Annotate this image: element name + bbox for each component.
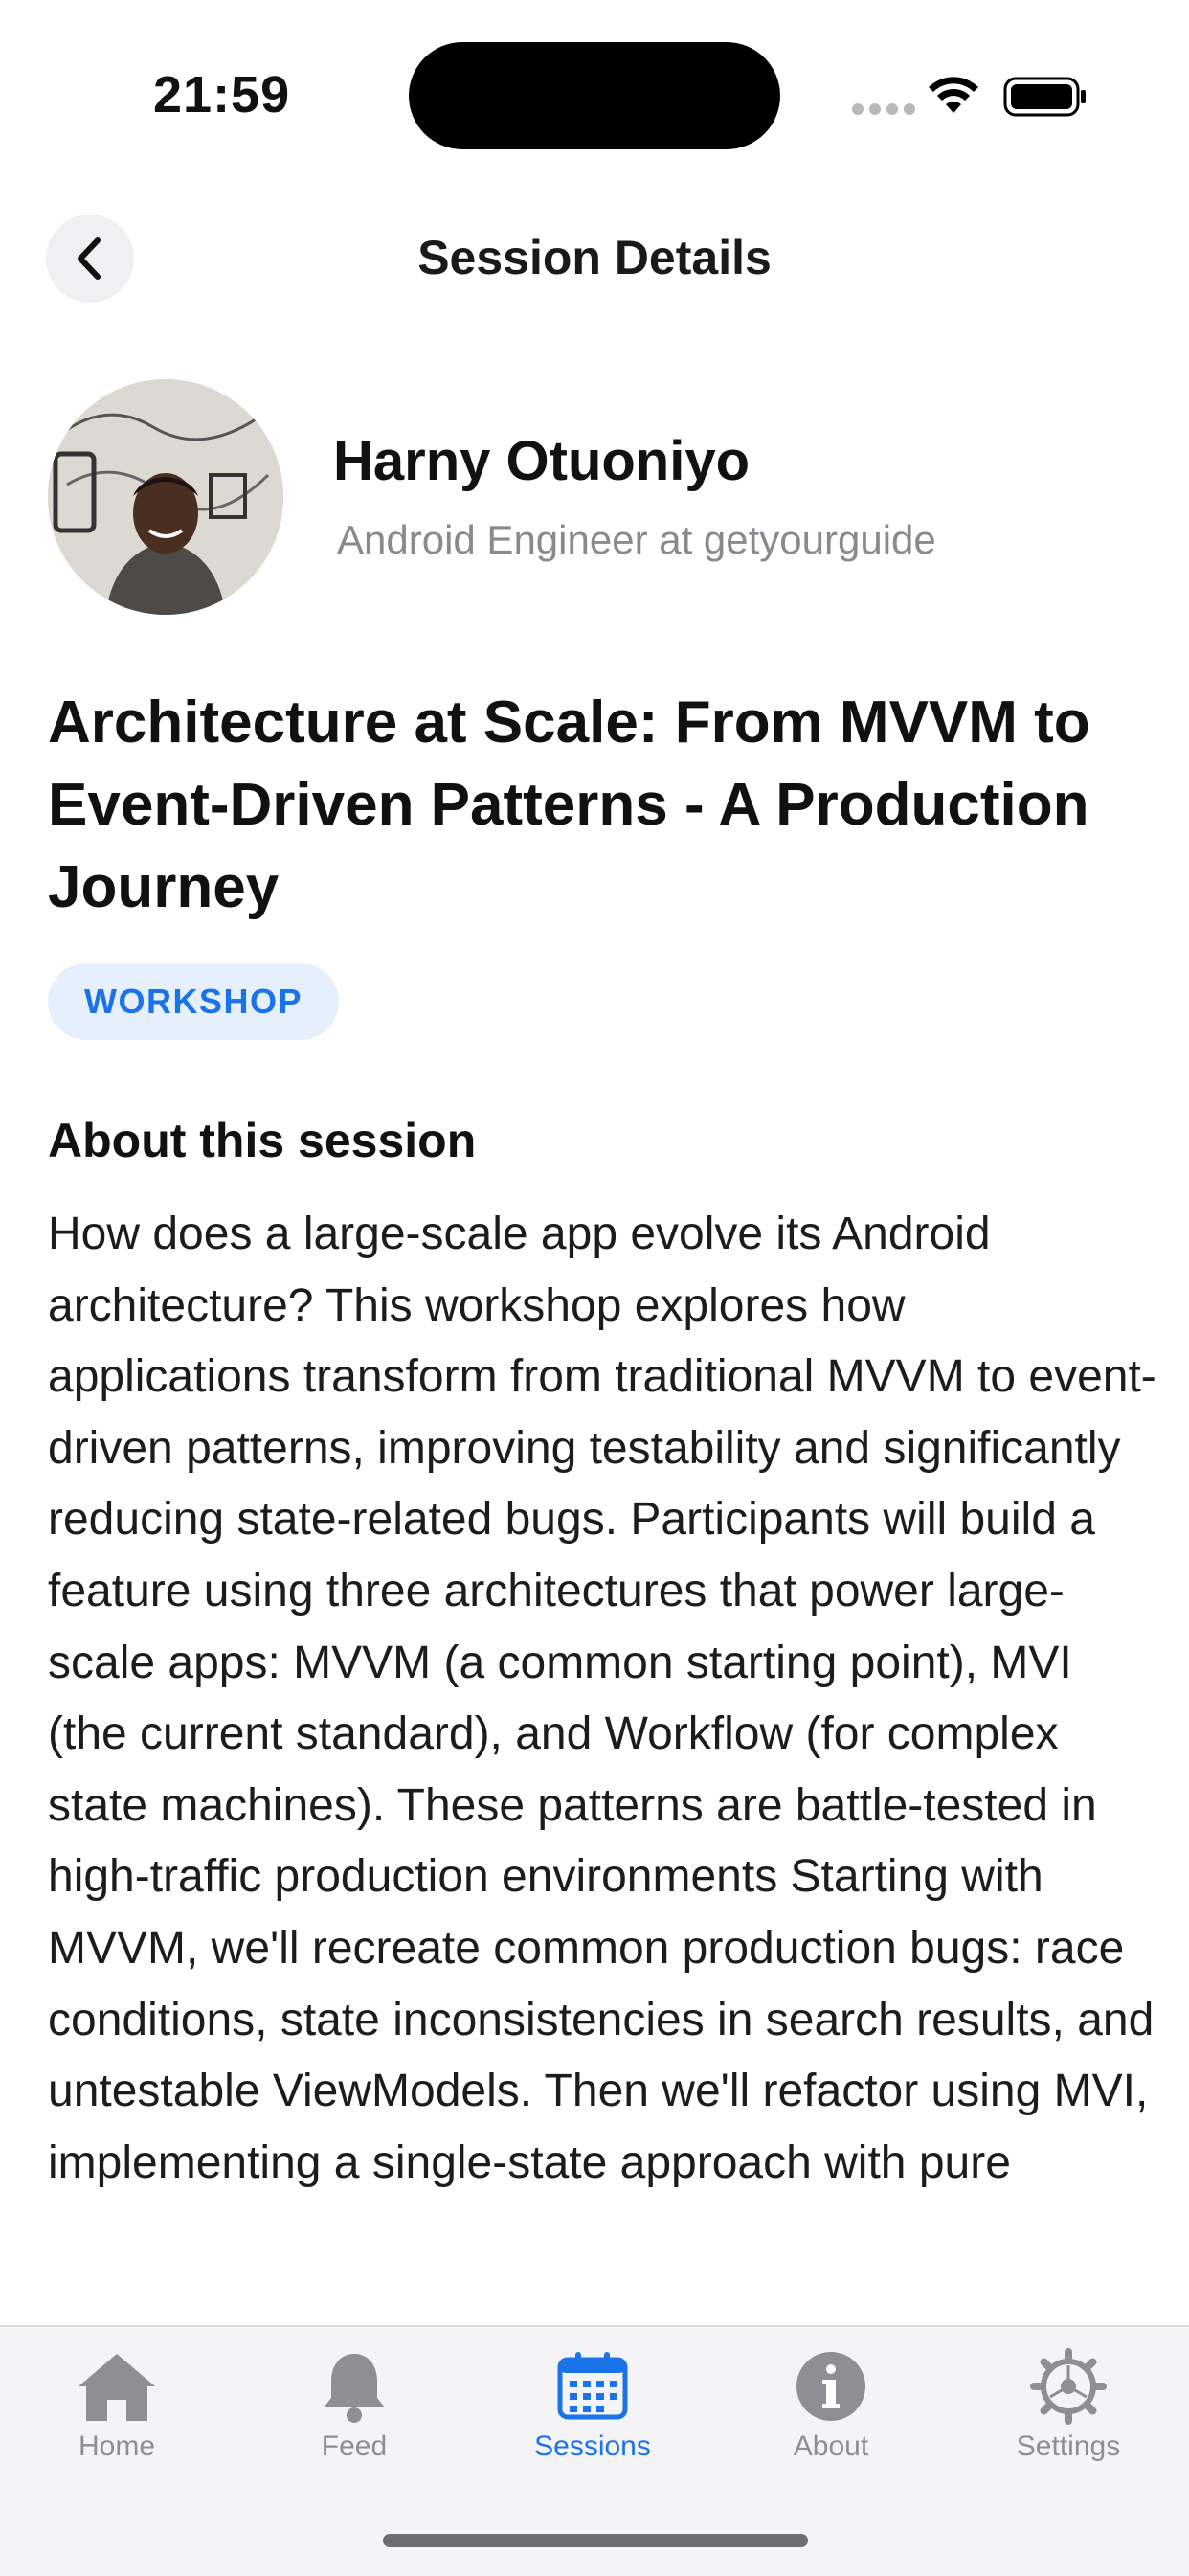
gear-icon bbox=[1030, 2348, 1107, 2425]
tab-feed[interactable]: Feed bbox=[258, 2348, 450, 2463]
tab-about[interactable]: About bbox=[735, 2348, 927, 2463]
info-icon bbox=[796, 2352, 865, 2421]
home-icon bbox=[79, 2354, 155, 2421]
battery-icon bbox=[1003, 77, 1086, 117]
session-description: How does a large-scale app evolve its An… bbox=[48, 1209, 1156, 2188]
wifi-icon bbox=[929, 77, 978, 113]
tab-label-home: Home bbox=[78, 2430, 156, 2462]
about-heading: About this session bbox=[48, 1114, 477, 1167]
speaker-role: Android Engineer at getyourguide bbox=[337, 517, 936, 562]
tab-settings[interactable]: Settings bbox=[973, 2348, 1164, 2463]
status-time: 21:59 bbox=[153, 66, 291, 124]
home-indicator bbox=[383, 2534, 808, 2547]
tab-sessions[interactable]: Sessions bbox=[497, 2348, 688, 2463]
tab-label-settings: Settings bbox=[1016, 2430, 1121, 2462]
tab-home[interactable]: Home bbox=[21, 2348, 213, 2463]
dynamic-island bbox=[409, 42, 780, 149]
session-type-badge: WORKSHOP bbox=[48, 963, 339, 1040]
speaker-name: Harny Otuoniyo bbox=[333, 430, 751, 492]
calendar-icon bbox=[557, 2352, 628, 2420]
page-title: Session Details bbox=[417, 231, 772, 284]
bell-icon bbox=[324, 2354, 385, 2423]
tab-label-feed: Feed bbox=[321, 2430, 388, 2462]
status-bar: 21:59 bbox=[0, 0, 1189, 192]
tab-label-about: About bbox=[793, 2430, 869, 2462]
cellular-signal-icon bbox=[852, 103, 915, 115]
session-title: Architecture at Scale: From MVVM to Even… bbox=[48, 689, 1090, 920]
tab-label-sessions: Sessions bbox=[534, 2430, 651, 2462]
speaker-avatar bbox=[48, 379, 283, 615]
